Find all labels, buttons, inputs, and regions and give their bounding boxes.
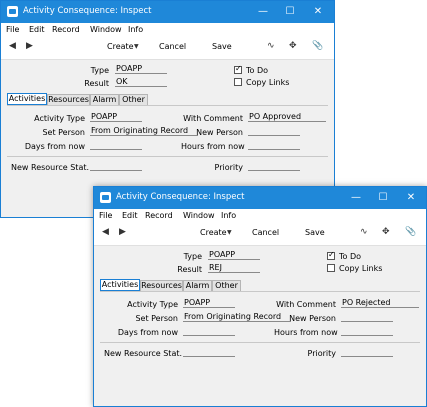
days-from-now-field[interactable] [90,140,142,150]
activity-type-label: Activity Type [127,300,178,309]
new-person-label: New Person [196,128,243,137]
tab-panel-border [100,291,420,293]
toolbar: ◀ ▶ Create ▼ Cancel Save ∿ ✥ 📎 [94,223,426,246]
todo-label: To Do [246,66,269,75]
priority-label: Priority [307,349,336,358]
days-from-now-label: Days from now [24,142,85,151]
dropdown-arrow-icon[interactable]: ▼ [227,229,232,236]
hours-from-now-field[interactable] [248,140,300,150]
menu-bar: File Edit Record Window Info [94,209,426,223]
menu-record[interactable]: Record [145,211,173,220]
menu-info[interactable]: Info [221,211,236,220]
title-bar[interactable]: Activity Consequence: Inspect — ☐ ✕ [1,1,334,23]
new-resource-stat-label: New Resource Stat. [11,163,90,172]
hours-from-now-label: Hours from now [274,328,338,337]
todo-checkbox[interactable] [327,250,335,260]
close-icon[interactable]: ✕ [304,1,332,23]
maximize-icon[interactable]: ☐ [276,1,304,23]
result-field[interactable]: OK [115,77,167,87]
cancel-button[interactable]: Cancel [252,228,279,237]
activity-consequence-window-2: Activity Consequence: Inspect — ☐ ✕ File… [93,186,427,407]
save-button[interactable]: Save [305,228,325,237]
menu-edit[interactable]: Edit [29,25,45,34]
menu-edit[interactable]: Edit [122,211,138,220]
hours-from-now-field[interactable] [341,326,393,336]
close-icon[interactable]: ✕ [397,187,425,209]
todo-label: To Do [339,252,362,261]
app-icon [100,192,111,203]
result-label: Result [84,79,109,88]
with-comment-field[interactable]: PO Rejected [341,298,419,308]
attachment-icon[interactable]: 📎 [405,227,416,237]
expand-icon[interactable]: ✥ [382,227,390,237]
window-title: Activity Consequence: Inspect [23,6,152,16]
maximize-icon[interactable]: ☐ [369,187,397,209]
new-resource-stat-field[interactable] [183,347,235,357]
todo-checkbox[interactable] [234,64,242,74]
days-from-now-field[interactable] [183,326,235,336]
tab-activities[interactable]: Activities [100,279,140,291]
set-person-label: Set Person [42,128,85,137]
new-resource-stat-label: New Resource Stat. [104,349,183,358]
separator [100,342,420,343]
activity-type-field[interactable]: POAPP [90,112,142,122]
copy-links-checkbox[interactable] [327,264,335,272]
toolbar: ◀ ▶ Create ▼ Cancel Save ∿ ✥ 📎 [1,37,334,60]
title-bar[interactable]: Activity Consequence: Inspect — ☐ ✕ [94,187,426,209]
new-person-field[interactable] [341,312,393,322]
copy-links-checkbox[interactable] [234,78,242,86]
copy-links-label: Copy Links [339,264,383,273]
dropdown-arrow-icon[interactable]: ▼ [134,43,139,50]
with-comment-field[interactable]: PO Approved [248,112,326,122]
next-record-icon[interactable]: ▶ [26,41,33,51]
menu-file[interactable]: File [6,25,19,34]
result-field[interactable]: REJ [208,263,260,273]
expand-icon[interactable]: ✥ [289,41,297,51]
save-button[interactable]: Save [212,42,232,51]
with-comment-label: With Comment [183,114,243,123]
set-person-label: Set Person [135,314,178,323]
next-record-icon[interactable]: ▶ [119,227,126,237]
minimize-icon[interactable]: — [249,1,277,23]
separator [7,156,328,157]
menu-record[interactable]: Record [52,25,80,34]
hours-from-now-label: Hours from now [181,142,245,151]
activity-type-label: Activity Type [34,114,85,123]
cancel-button[interactable]: Cancel [159,42,186,51]
activity-icon[interactable]: ∿ [360,227,368,237]
tab-activities[interactable]: Activities [7,93,47,105]
menu-file[interactable]: File [99,211,112,220]
days-from-now-label: Days from now [117,328,178,337]
priority-field[interactable] [341,347,393,357]
prev-record-icon[interactable]: ◀ [9,41,16,51]
copy-links-label: Copy Links [246,78,290,87]
priority-label: Priority [214,163,243,172]
type-label: Type [183,252,202,261]
create-button[interactable]: Create [107,42,134,51]
new-person-field[interactable] [248,126,300,136]
priority-field[interactable] [248,161,300,171]
minimize-icon[interactable]: — [342,187,370,209]
attachment-icon[interactable]: 📎 [312,41,323,51]
activity-type-field[interactable]: POAPP [183,298,235,308]
type-field[interactable]: POAPP [208,250,260,260]
prev-record-icon[interactable]: ◀ [102,227,109,237]
menu-window[interactable]: Window [183,211,215,220]
new-person-label: New Person [289,314,336,323]
menu-window[interactable]: Window [90,25,122,34]
menu-bar: File Edit Record Window Info [1,23,334,37]
create-button[interactable]: Create [200,228,227,237]
tab-panel-border [7,105,328,107]
menu-info[interactable]: Info [128,25,143,34]
with-comment-label: With Comment [276,300,336,309]
app-icon [7,6,18,17]
activity-icon[interactable]: ∿ [267,41,275,51]
window-title: Activity Consequence: Inspect [116,192,245,202]
type-label: Type [90,66,109,75]
type-field[interactable]: POAPP [115,64,167,74]
result-label: Result [177,265,202,274]
new-resource-stat-field[interactable] [90,161,142,171]
